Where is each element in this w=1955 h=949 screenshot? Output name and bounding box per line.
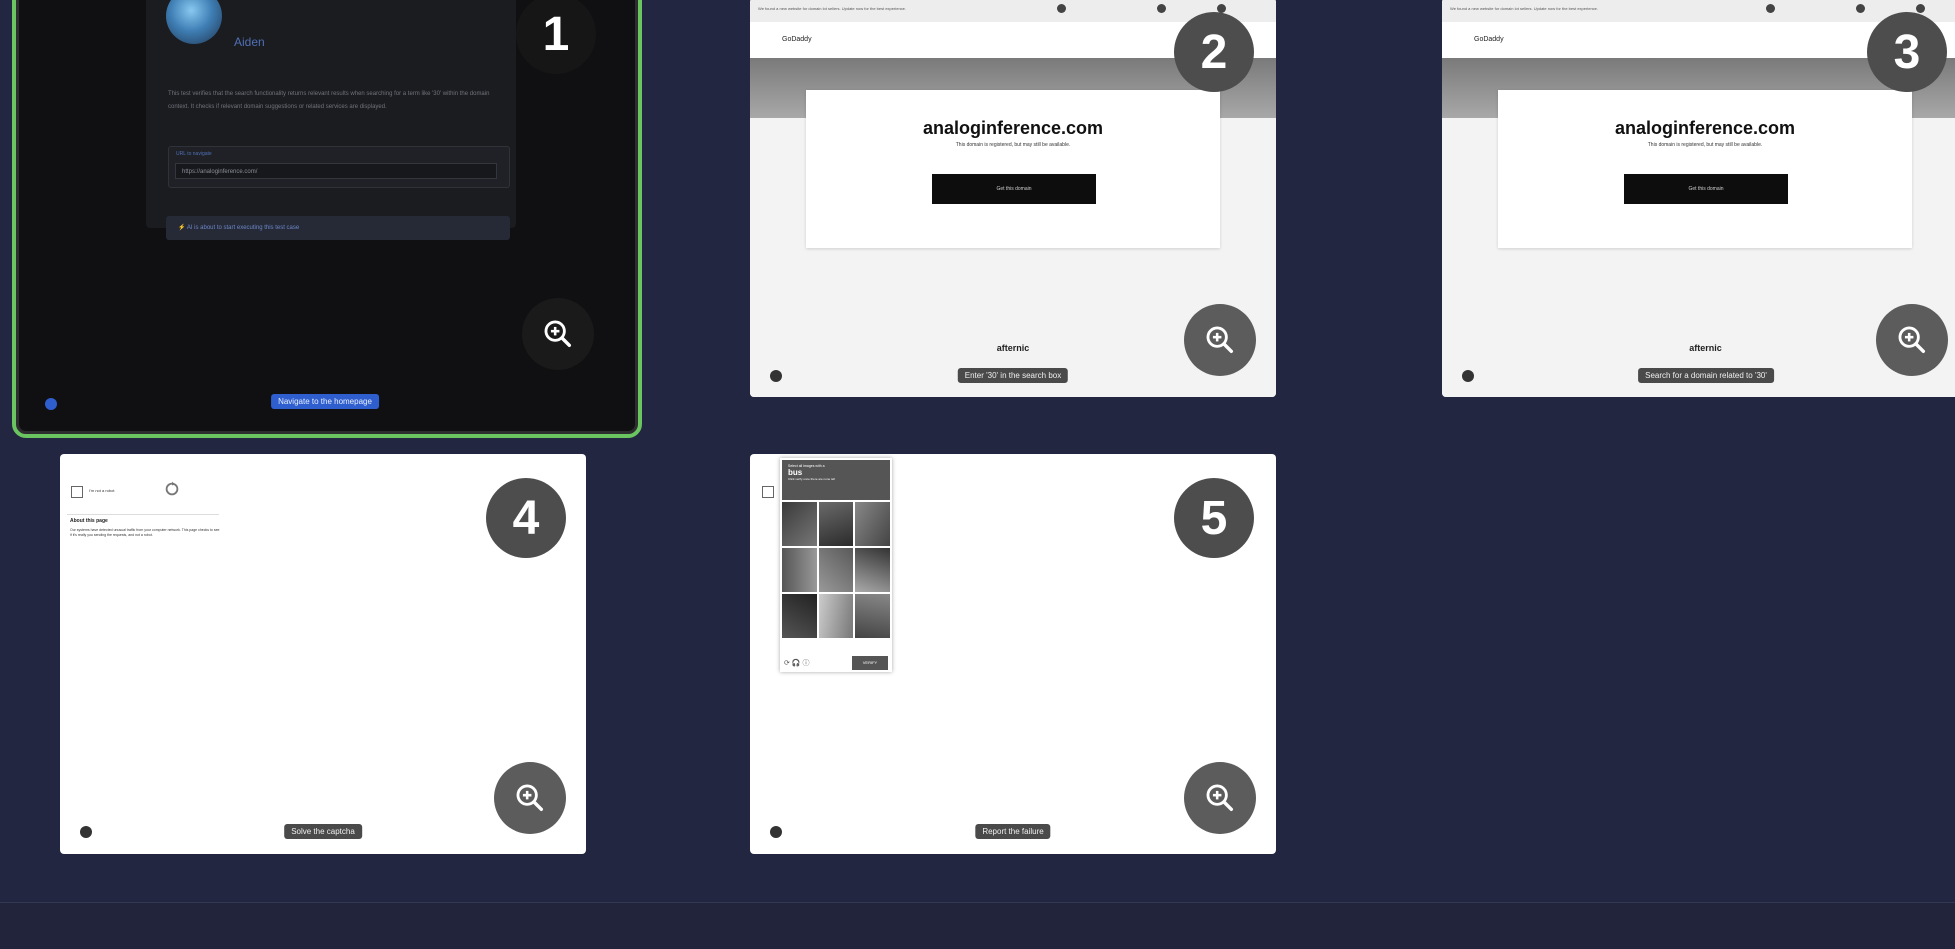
domain-subtitle: This domain is registered, but may still…: [955, 142, 1071, 148]
url-field-box: URL to navigate https://analoginference.…: [168, 146, 510, 188]
status-banner: ⚡ AI is about to start executing this te…: [166, 216, 510, 240]
zoom-in-icon: [516, 784, 544, 812]
step-card-3[interactable]: We found a new website for domain lot se…: [1442, 0, 1955, 397]
challenge-target: bus: [788, 468, 803, 477]
step-number-badge: 5: [1174, 478, 1254, 558]
step-action-label: Report the failure: [975, 824, 1051, 839]
captcha-tile[interactable]: [818, 594, 854, 638]
url-label: URL to navigate: [176, 151, 212, 157]
step-number-badge: 3: [1867, 12, 1947, 92]
url-input[interactable]: https://analoginference.com/: [175, 163, 497, 179]
edge-icon: [1916, 4, 1925, 13]
info-icon[interactable]: [770, 370, 782, 382]
get-domain-button[interactable]: Get this domain: [932, 174, 1096, 204]
info-icon[interactable]: [45, 398, 57, 410]
test-description: This test verifies that the search funct…: [168, 91, 490, 110]
challenge-hint: Click verify once there are none left: [788, 477, 836, 481]
warning-text: We found a new website for domain lot se…: [758, 6, 907, 11]
zoom-in-icon: [544, 320, 572, 348]
footer-bar: [0, 902, 1955, 949]
user-name: Aiden: [234, 35, 265, 49]
info-icon[interactable]: [80, 826, 92, 838]
domain-card: analoginference.com This domain is regis…: [806, 90, 1220, 248]
firefox-icon: [1157, 4, 1166, 13]
verify-button[interactable]: VERIFY: [852, 656, 888, 670]
challenge-image-grid: [782, 502, 890, 638]
step-number-badge: 1: [516, 0, 596, 74]
step-number-badge: 2: [1174, 12, 1254, 92]
zoom-in-button[interactable]: [1876, 304, 1948, 376]
recaptcha-icon: [165, 481, 179, 496]
info-icon[interactable]: [1462, 370, 1474, 382]
captcha-tile[interactable]: [782, 548, 817, 592]
warning-text: We found a new website for domain lot se…: [1450, 6, 1599, 11]
zoom-in-button[interactable]: [1184, 762, 1256, 834]
domain-name: analoginference.com: [1614, 118, 1796, 138]
domain-name: analoginference.com: [922, 118, 1104, 138]
captcha-challenge: Select all images with a bus Click verif…: [780, 458, 892, 672]
challenge-tools: ⟳ 🎧 ⓘ: [784, 658, 810, 668]
step-number-badge: 4: [486, 478, 566, 558]
domain-card: analoginference.com This domain is regis…: [1498, 90, 1912, 248]
step-card-4[interactable]: I'm not a robot About this page Our syst…: [60, 454, 586, 854]
step-action-label: Navigate to the homepage: [271, 394, 379, 409]
captcha-tile[interactable]: [782, 502, 817, 546]
recaptcha-widget: I'm not a robot: [67, 476, 191, 514]
godaddy-logo: GoDaddy: [1474, 36, 1504, 43]
zoom-in-button[interactable]: [522, 298, 594, 370]
step-card-5[interactable]: Select all images with a bus Click verif…: [750, 454, 1276, 854]
recaptcha-label: I'm not a robot: [89, 488, 115, 493]
help-icon[interactable]: ⓘ: [803, 660, 810, 667]
captcha-tile[interactable]: [855, 548, 890, 592]
status-text: AI is about to start executing this test…: [186, 225, 300, 231]
step-action-label: Search for a domain related to '30': [1638, 368, 1774, 383]
recaptcha-checkbox[interactable]: [762, 486, 774, 498]
firefox-icon: [1856, 4, 1865, 13]
step-card-2[interactable]: We found a new website for domain lot se…: [750, 0, 1276, 397]
lightning-icon: ⚡: [178, 225, 186, 231]
domain-subtitle: This domain is registered, but may still…: [1647, 142, 1763, 148]
browser-warning-bar: We found a new website for domain lot se…: [1442, 0, 1955, 22]
captcha-tile[interactable]: [818, 548, 854, 592]
divider: [67, 514, 219, 515]
info-icon[interactable]: [770, 826, 782, 838]
chrome-icon: [1057, 4, 1066, 13]
godaddy-logo: GoDaddy: [782, 36, 812, 43]
captcha-tile[interactable]: [782, 594, 817, 638]
about-text: Our systems have detected unusual traffi…: [70, 528, 220, 537]
refresh-icon[interactable]: ⟳: [784, 660, 790, 667]
captcha-tile[interactable]: [855, 502, 890, 546]
captcha-tile[interactable]: [855, 594, 890, 638]
recaptcha-checkbox[interactable]: [71, 486, 83, 498]
step-action-label: Enter '30' in the search box: [957, 368, 1069, 383]
chrome-icon: [1766, 4, 1775, 13]
headphones-icon[interactable]: 🎧: [792, 660, 801, 667]
zoom-in-button[interactable]: [1184, 304, 1256, 376]
zoom-in-icon: [1206, 784, 1234, 812]
captcha-tile[interactable]: [818, 502, 854, 546]
zoom-in-icon: [1898, 326, 1926, 354]
get-domain-button[interactable]: Get this domain: [1624, 174, 1788, 204]
challenge-header: Select all images with a bus Click verif…: [782, 460, 890, 500]
zoom-in-button[interactable]: [494, 762, 566, 834]
step-card-1[interactable]: Aiden This test verifies that the search…: [12, 0, 642, 438]
about-heading: About this page: [70, 518, 108, 524]
zoom-in-icon: [1206, 326, 1234, 354]
step-action-label: Solve the captcha: [284, 824, 362, 839]
